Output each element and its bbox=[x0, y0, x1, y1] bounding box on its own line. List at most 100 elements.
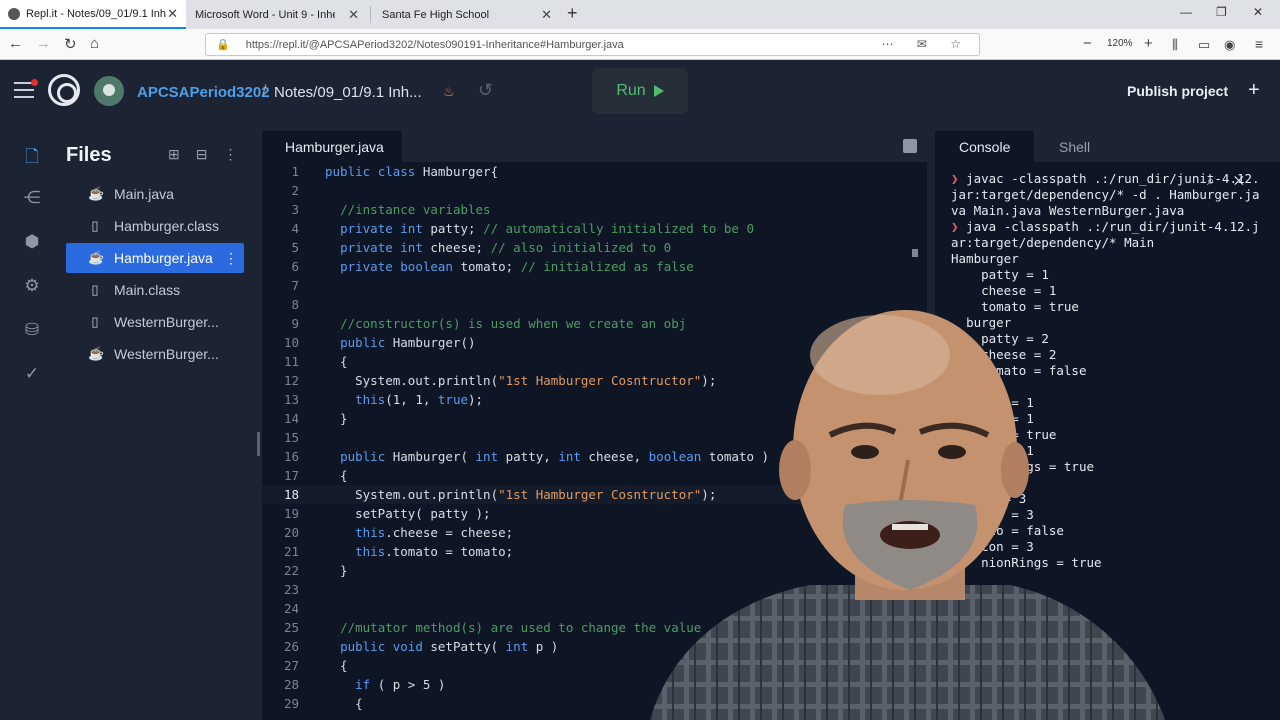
shirt-shape bbox=[650, 585, 1165, 720]
url-bar[interactable]: 🔒 https://repl.it/@APCSAPeriod3202/Notes… bbox=[205, 33, 980, 56]
project-name[interactable]: Notes/09_01/9.1 Inh... bbox=[274, 84, 422, 101]
close-icon[interactable]: ✕ bbox=[167, 6, 178, 22]
checkmark-icon[interactable]: ✓ bbox=[22, 364, 42, 384]
code-line[interactable]: 5 private int cheese; // also initialize… bbox=[262, 238, 927, 257]
console-text: cheese = 1 bbox=[951, 283, 1057, 298]
code-text: setPatty( patty ); bbox=[325, 506, 491, 521]
home-icon[interactable]: ⌂ bbox=[90, 35, 99, 52]
panel-resize-handle[interactable] bbox=[257, 432, 260, 456]
more-options-icon[interactable]: ⋮ bbox=[224, 250, 238, 267]
zoom-level[interactable]: 120% bbox=[1107, 38, 1133, 49]
team-avatar[interactable] bbox=[94, 76, 124, 106]
minimap-icon[interactable] bbox=[903, 139, 917, 153]
left-icon-rail: 🗋 ⋲ ⬢ ⚙ ⛁ ✓ bbox=[0, 122, 60, 720]
file-item-selected[interactable]: ☕ Hamburger.java ⋮ bbox=[66, 243, 244, 273]
file-item[interactable]: ☕ WesternBurger... bbox=[66, 339, 244, 369]
reload-icon[interactable]: ↻ bbox=[64, 35, 77, 53]
presenter-webcam-overlay bbox=[650, 310, 1165, 720]
code-text: public class Hamburger{ bbox=[325, 164, 499, 179]
file-item[interactable]: ☕ Main.java bbox=[66, 179, 244, 209]
code-text: { bbox=[325, 696, 363, 711]
url-actions-icon[interactable]: ⋯ ✉ ☆ bbox=[882, 37, 971, 51]
browser-tab-word[interactable]: Microsoft Word - Unit 9 - Inheritance ✕ bbox=[187, 0, 367, 29]
history-icon[interactable]: ↺ bbox=[478, 80, 493, 101]
new-tab-icon[interactable]: + bbox=[567, 3, 578, 24]
menu-icon[interactable]: ≡ bbox=[1255, 36, 1263, 52]
replit-favicon-icon bbox=[8, 7, 20, 20]
java-language-icon: ♨ bbox=[443, 84, 455, 99]
code-text: } bbox=[325, 563, 348, 578]
line-number: 4 bbox=[291, 221, 299, 236]
line-number: 14 bbox=[283, 411, 299, 426]
line-number: 7 bbox=[291, 278, 299, 293]
forward-icon[interactable]: → bbox=[36, 35, 51, 52]
file-item[interactable]: ▯ Hamburger.class bbox=[66, 211, 244, 241]
file-label: Main.class bbox=[114, 282, 181, 298]
code-text: private boolean tomato; // initialized a… bbox=[340, 259, 694, 274]
notification-dot bbox=[31, 79, 38, 86]
publish-project-button[interactable]: Publish project bbox=[1115, 78, 1240, 104]
editor-scrollbar[interactable] bbox=[912, 249, 918, 257]
account-icon[interactable]: ◉ bbox=[1224, 37, 1235, 53]
zoom-in-icon[interactable]: + bbox=[1144, 35, 1153, 52]
maximize-icon[interactable]: ❐ bbox=[1216, 5, 1227, 19]
java-cup-icon: ☕ bbox=[88, 186, 105, 201]
line-number: 10 bbox=[283, 335, 299, 350]
settings-gear-icon[interactable]: ⚙ bbox=[22, 276, 42, 296]
code-line[interactable]: 7 bbox=[262, 276, 927, 295]
tab-shell[interactable]: Shell bbox=[1035, 131, 1114, 162]
console-search-icon[interactable]: ⌕ ✕ bbox=[1207, 173, 1252, 189]
teeth bbox=[892, 524, 928, 530]
console-text: Hamburger bbox=[951, 251, 1019, 266]
packages-icon[interactable]: ⬢ bbox=[22, 232, 42, 252]
code-text: private int patty; // automatically init… bbox=[340, 221, 755, 236]
code-line[interactable]: 2 bbox=[262, 181, 927, 200]
file-item[interactable]: ▯ WesternBurger... bbox=[66, 307, 244, 337]
code-line[interactable]: 1 public class Hamburger{ bbox=[262, 162, 927, 181]
share-icon[interactable]: ⋲ bbox=[22, 188, 42, 208]
browser-tab-replit[interactable]: Repl.it - Notes/09_01/9.1 Inheritance ✕ bbox=[0, 0, 186, 29]
line-number: 24 bbox=[283, 601, 299, 616]
code-text: { bbox=[325, 658, 348, 673]
line-number: 9 bbox=[291, 316, 299, 331]
code-text: public Hamburger() bbox=[340, 335, 476, 350]
console-line: Hamburger bbox=[951, 251, 1266, 267]
file-actions-icon[interactable]: ⊞⊟⋮ bbox=[168, 146, 253, 163]
close-icon[interactable]: ✕ bbox=[348, 7, 359, 23]
file-label: Hamburger.class bbox=[114, 218, 220, 234]
code-line[interactable]: 4 private int patty; // automatically in… bbox=[262, 219, 927, 238]
line-number: 28 bbox=[283, 677, 299, 692]
team-link[interactable]: APCSAPeriod3202 bbox=[137, 84, 270, 101]
file-label: Main.java bbox=[114, 186, 174, 202]
add-icon[interactable]: + bbox=[1248, 79, 1260, 102]
sidebar-icon[interactable]: ▭ bbox=[1198, 37, 1210, 53]
close-icon[interactable]: ✕ bbox=[541, 7, 552, 23]
lock-icon: 🔒 bbox=[216, 39, 230, 51]
code-text: if ( p > 5 ) bbox=[355, 677, 446, 692]
tab-hamburger-java[interactable]: Hamburger.java bbox=[262, 131, 402, 162]
line-number: 21 bbox=[283, 544, 299, 559]
browser-nav-bar: ← → ↻ ⌂ 🔒 https://repl.it/@APCSAPeriod32… bbox=[0, 29, 1280, 60]
code-line[interactable]: 3 //instance variables bbox=[262, 200, 927, 219]
line-number: 26 bbox=[283, 639, 299, 654]
tab-console[interactable]: Console bbox=[935, 131, 1035, 162]
files-panel: Files ⊞⊟⋮ ☕ Main.java ▯ Hamburger.class … bbox=[60, 122, 256, 720]
back-icon[interactable]: ← bbox=[8, 35, 23, 52]
file-item[interactable]: ▯ Main.class bbox=[66, 275, 244, 305]
library-icon[interactable]: ⫼ bbox=[1172, 37, 1178, 53]
files-icon[interactable]: 🗋 bbox=[22, 144, 42, 166]
window-close-icon[interactable]: ✕ bbox=[1253, 5, 1263, 19]
code-line[interactable]: 6 private boolean tomato; // initialized… bbox=[262, 257, 927, 276]
java-cup-icon: ☕ bbox=[88, 346, 105, 361]
database-icon[interactable]: ⛁ bbox=[22, 320, 42, 340]
line-number: 5 bbox=[291, 240, 299, 255]
zoom-out-icon[interactable]: − bbox=[1083, 35, 1092, 52]
line-number: 13 bbox=[283, 392, 299, 407]
run-button[interactable]: Run bbox=[592, 68, 688, 114]
line-number: 23 bbox=[283, 582, 299, 597]
minimize-icon[interactable]: — bbox=[1180, 5, 1192, 19]
browser-tab-santafe[interactable]: Santa Fe High School ✕ bbox=[374, 0, 560, 29]
replit-logo-icon[interactable] bbox=[48, 74, 80, 106]
line-number: 1 bbox=[291, 164, 299, 179]
eye bbox=[851, 445, 879, 459]
